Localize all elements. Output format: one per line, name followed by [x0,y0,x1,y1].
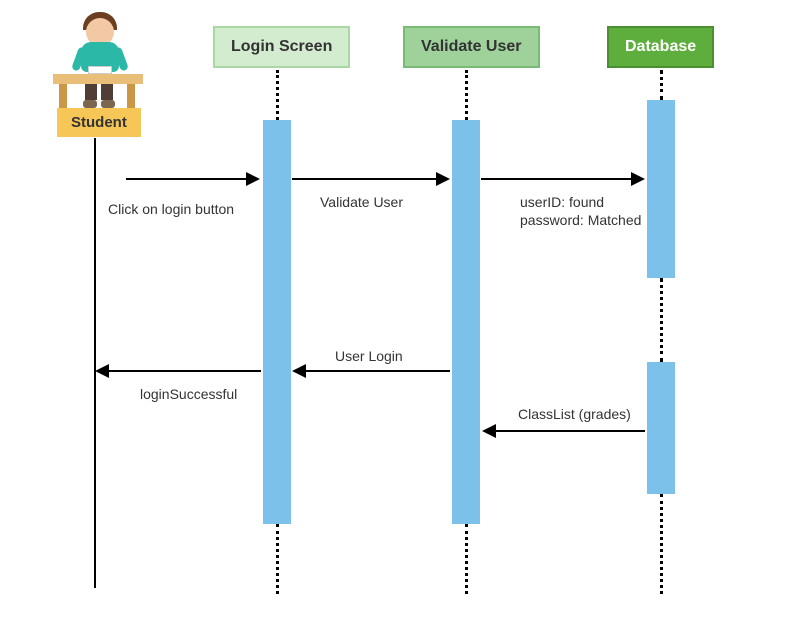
message-userlogin-arrow [305,370,450,372]
message-success-arrow [108,370,261,372]
message-validate-label: Validate User [320,194,403,210]
actor-label: Student [57,108,141,137]
message-classlist-label: ClassList (grades) [518,406,631,422]
lifeline-validate-user-bottom [465,524,468,594]
activation-database-2 [647,362,675,494]
message-validate-arrow [292,178,438,180]
participant-login-screen: Login Screen [213,26,350,68]
participant-validate-user: Validate User [403,26,540,68]
lifeline-database-bottom [660,494,663,594]
actor-student [45,12,145,122]
message-query-arrow [481,178,633,180]
lifeline-student [94,138,96,588]
message-click-login-arrow [126,178,248,180]
lifeline-database-mid [660,278,663,362]
arrowhead-icon [482,424,496,438]
message-classlist-arrow [495,430,645,432]
message-click-login-label: Click on login button [108,201,234,217]
message-query-label-2: password: Matched [520,212,641,228]
message-userlogin-label: User Login [335,348,403,364]
arrowhead-icon [246,172,260,186]
arrowhead-icon [95,364,109,378]
participant-database: Database [607,26,714,68]
lifeline-login-screen [276,70,279,120]
activation-validate-user [452,120,480,524]
arrowhead-icon [292,364,306,378]
activation-database-1 [647,100,675,278]
message-success-label: loginSuccessful [140,386,237,402]
arrowhead-icon [436,172,450,186]
lifeline-validate-user [465,70,468,120]
activation-login-screen [263,120,291,524]
arrowhead-icon [631,172,645,186]
lifeline-login-screen-bottom [276,524,279,594]
lifeline-database-top [660,70,663,100]
message-query-label-1: userID: found [520,194,604,210]
